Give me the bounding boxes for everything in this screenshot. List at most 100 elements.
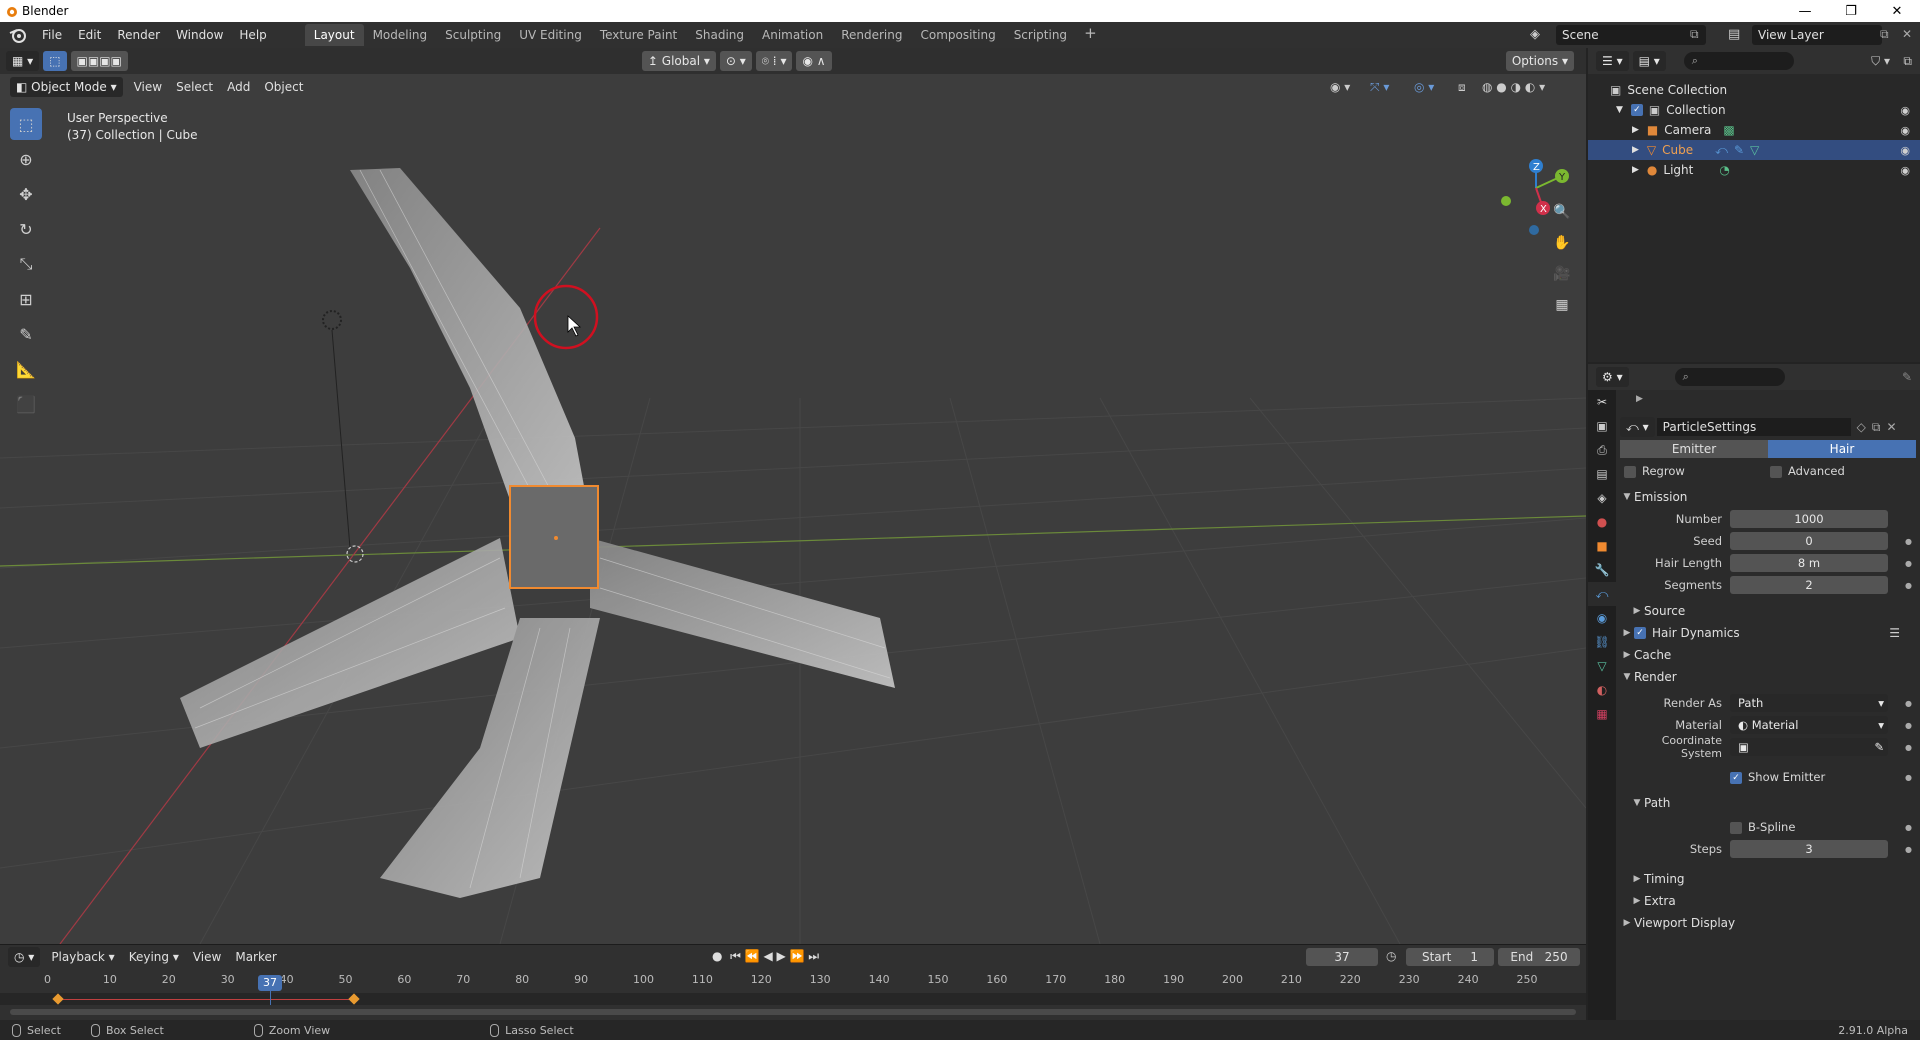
fake-user-icon[interactable]: ◇ <box>1857 420 1866 434</box>
light-object[interactable] <box>322 310 342 330</box>
keyframe-dot-icon[interactable]: ● <box>1905 581 1912 590</box>
select-mode-options-icon[interactable]: ▣▣▣▣ <box>70 51 128 71</box>
material-tab-icon[interactable]: ◐ <box>1588 678 1616 702</box>
visibility-icon[interactable]: ◉ ▾ <box>1330 80 1350 94</box>
transform-tool-icon[interactable]: ⊞ <box>10 283 42 315</box>
seed-field[interactable]: 0 <box>1730 532 1888 550</box>
particle-settings-browse-icon[interactable]: ⤺ ▾ <box>1620 417 1655 437</box>
close-button[interactable]: ✕ <box>1874 0 1920 22</box>
keyframe-diamond[interactable] <box>52 993 64 1005</box>
ortho-toggle-icon[interactable]: ▦ <box>1548 291 1576 319</box>
keyframe-dot-icon[interactable]: ● <box>1905 721 1912 730</box>
gizmo-toggle-icon[interactable]: ⤧ ▾ <box>1370 80 1389 95</box>
tab-shading[interactable]: Shading <box>686 24 753 46</box>
measure-tool-icon[interactable]: 📐 <box>10 353 42 385</box>
proportional-editing-icon[interactable]: ◉ ∧ <box>796 51 832 71</box>
advanced-checkbox[interactable] <box>1770 465 1782 478</box>
start-frame-field[interactable]: Start 1 <box>1406 948 1494 966</box>
output-tab-icon[interactable]: ⎙ <box>1588 438 1616 462</box>
3d-viewport[interactable]: Z Y X ▦ ▾ ⬚ ▣▣▣▣ ↥ Global ▾ ⊙ ▾ ⌾ ⁞ ▾ ◉ … <box>0 48 1586 944</box>
regrow-checkbox[interactable] <box>1624 465 1636 478</box>
keyframe-dot-icon[interactable]: ● <box>1905 773 1912 782</box>
options-button[interactable]: Options ▾ <box>1505 51 1574 71</box>
eye-icon[interactable]: ◉ <box>1900 104 1910 117</box>
bspline-checkbox[interactable] <box>1730 821 1742 834</box>
transform-orientation-dropdown[interactable]: ↥ Global ▾ <box>641 51 716 71</box>
scene-selector[interactable]: Scene <box>1556 25 1706 45</box>
timeline-ruler[interactable]: 0 10 20 30 40 50 60 70 80 90 100 110 120 130 140 150 160… <box>0 973 1586 991</box>
particles-tab-icon[interactable]: ⤺ <box>1588 582 1616 606</box>
tab-animation[interactable]: Animation <box>753 24 832 46</box>
tab-compositing[interactable]: Compositing <box>911 24 1004 46</box>
menu-help[interactable]: Help <box>231 24 274 46</box>
extra-subpanel-header[interactable]: ▶ Extra <box>1620 890 1916 912</box>
menu-render[interactable]: Render <box>109 24 168 46</box>
list-icon[interactable]: ☰ <box>1889 626 1900 640</box>
outliner-editor-type-icon[interactable]: ☰ ▾ <box>1596 51 1629 71</box>
tab-sculpting[interactable]: Sculpting <box>436 24 510 46</box>
preview-range-icon[interactable]: ◷ <box>1386 949 1396 963</box>
timeline-menu-playback[interactable]: Playback ▾ <box>44 950 121 964</box>
blender-menu-icon[interactable] <box>8 25 28 45</box>
cube-object[interactable] <box>509 485 599 589</box>
annotate-tool-icon[interactable]: ✎ <box>10 318 42 350</box>
move-tool-icon[interactable]: ✥ <box>10 178 42 210</box>
properties-editor-type-icon[interactable]: ⚙ ▾ <box>1596 367 1629 387</box>
show-emitter-checkbox[interactable]: ✓ <box>1730 771 1742 784</box>
render-panel-header[interactable]: ▼ Render <box>1620 666 1916 688</box>
texture-tab-icon[interactable]: ▦ <box>1588 702 1616 726</box>
scene-icon[interactable]: ◈ <box>1530 27 1540 42</box>
view-layer-icon[interactable]: ▤ <box>1728 27 1740 42</box>
type-hair-button[interactable]: Hair <box>1768 440 1916 458</box>
scene-tab-icon[interactable]: ◈ <box>1588 486 1616 510</box>
keyframe-dot-icon[interactable]: ● <box>1905 845 1912 854</box>
keyframe-dot-icon[interactable]: ● <box>1905 823 1912 832</box>
bspline-checkbox-row[interactable]: B-Spline <box>1730 820 1795 834</box>
expand-arrow-icon[interactable]: ▶ <box>1632 125 1639 135</box>
source-subpanel-header[interactable]: ▶ Source <box>1620 600 1916 622</box>
eyedropper-icon[interactable]: ✎ <box>1874 738 1884 756</box>
timeline-editor-type-icon[interactable]: ◷ ▾ <box>8 947 41 967</box>
tab-scripting[interactable]: Scripting <box>1005 24 1076 46</box>
duplicate-icon[interactable]: ⧉ <box>1872 420 1881 435</box>
tab-layout[interactable]: Layout <box>304 24 364 46</box>
zoom-icon[interactable]: 🔍 <box>1548 198 1576 226</box>
outliner-row-light[interactable]: ▶ ● Light ◔ ◉ <box>1588 160 1920 180</box>
playhead[interactable]: 37 <box>258 975 282 991</box>
constraints-tab-icon[interactable]: ⛓ <box>1588 630 1616 654</box>
expand-arrow-icon[interactable]: ▶ <box>1632 145 1639 155</box>
new-collection-icon[interactable]: ⧉ <box>1903 54 1912 69</box>
new-view-layer-icon[interactable]: ⧉ <box>1880 27 1889 42</box>
outliner-search-input[interactable]: ⌕ <box>1683 52 1794 70</box>
add-cube-tool-icon[interactable]: ⬛ <box>10 388 42 420</box>
select-box-tool-icon[interactable]: ⬚ <box>10 108 42 140</box>
keyframe-diamond[interactable] <box>348 993 360 1005</box>
select-mode-box-icon[interactable]: ⬚ <box>43 51 67 71</box>
physics-tab-icon[interactable]: ◉ <box>1588 606 1616 630</box>
menu-window[interactable]: Window <box>168 24 231 46</box>
scale-tool-icon[interactable]: ⤡ <box>10 248 42 280</box>
keyframe-dot-icon[interactable]: ● <box>1905 537 1912 546</box>
outliner-row-scene-collection[interactable]: ▣ Scene Collection <box>1588 80 1920 100</box>
keyframe-dot-icon[interactable]: ● <box>1905 699 1912 708</box>
eye-icon[interactable]: ◉ <box>1900 164 1910 177</box>
data-tab-icon[interactable]: ▽ <box>1588 654 1616 678</box>
viewport-display-panel-header[interactable]: ▶ Viewport Display <box>1620 912 1916 934</box>
path-subpanel-header[interactable]: ▼ Path <box>1620 792 1916 814</box>
show-emitter-checkbox-row[interactable]: ✓ Show Emitter <box>1730 770 1825 784</box>
viewport-menu-view[interactable]: View <box>127 80 169 94</box>
display-mode-icon[interactable]: ▤ ▾ <box>1632 51 1666 71</box>
remove-view-layer-icon[interactable]: ✕ <box>1902 27 1912 41</box>
pan-hand-icon[interactable]: ✋ <box>1548 229 1576 257</box>
timeline-menu-keying[interactable]: Keying ▾ <box>122 950 186 964</box>
render-as-dropdown[interactable]: Path ▾ <box>1730 694 1888 712</box>
snap-icon[interactable]: ⌾ ⁞ ▾ <box>755 51 793 71</box>
pin-icon[interactable]: ✎ <box>1902 370 1912 384</box>
tab-uv-editing[interactable]: UV Editing <box>510 24 591 46</box>
advanced-checkbox-row[interactable]: Advanced <box>1770 464 1845 478</box>
new-scene-icon[interactable]: ⧉ <box>1690 27 1699 42</box>
current-frame-field[interactable]: 37 <box>1306 948 1378 966</box>
modifier-tab-icon[interactable]: 🔧 <box>1588 558 1616 582</box>
keyframe-dot-icon[interactable]: ● <box>1905 559 1912 568</box>
segments-field[interactable]: 2 <box>1730 576 1888 594</box>
